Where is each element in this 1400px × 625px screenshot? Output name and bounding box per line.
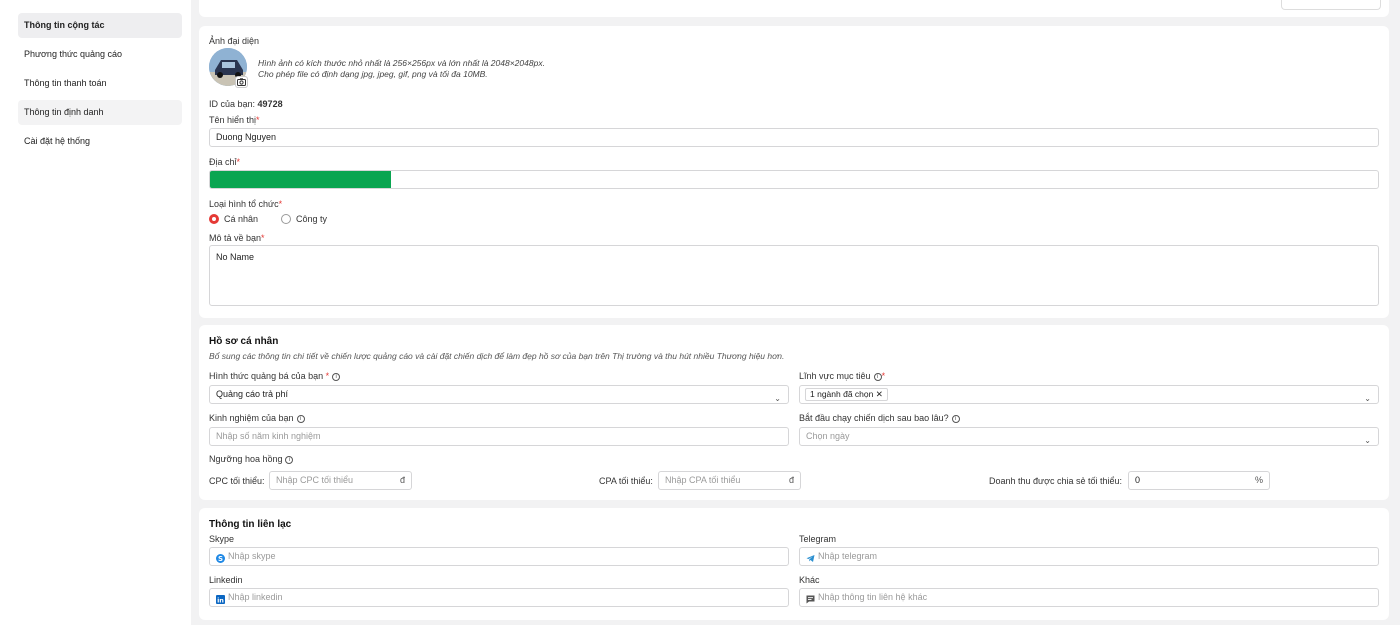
cpc-input[interactable]: Nhập CPC tối thiểu đ xyxy=(269,471,412,490)
cpc-currency: đ xyxy=(399,475,405,485)
profile-card: Ảnh đại diện Hình ảnh có kích thước nhỏ … xyxy=(199,26,1389,318)
address-input[interactable] xyxy=(209,170,1379,189)
promo-select[interactable]: Quảng cáo trả phí ⌄ xyxy=(209,385,789,404)
promo-select-value: Quảng cáo trả phí xyxy=(216,389,289,399)
top-card xyxy=(199,0,1389,17)
sidebar-item-collab-info[interactable]: Thông tin cộng tác xyxy=(18,13,182,38)
skype-label: Skype xyxy=(209,534,235,544)
chevron-down-icon: ⌄ xyxy=(774,394,781,403)
linkedin-input[interactable]: in Nhập linkedin xyxy=(209,588,789,607)
telegram-input[interactable]: Nhập telegram xyxy=(799,547,1379,566)
about-textarea[interactable]: No Name xyxy=(209,245,1379,306)
radio-company-label: Công ty xyxy=(296,214,328,224)
display-name-input[interactable]: Duong Nguyen xyxy=(209,128,1379,147)
revenue-share-percent: % xyxy=(1254,475,1263,485)
experience-input[interactable]: Nhập số năm kinh nghiệm xyxy=(209,427,789,446)
info-icon: i xyxy=(285,455,294,464)
info-icon: i xyxy=(951,414,960,423)
avatar-label: Ảnh đại diện xyxy=(209,36,260,46)
sidebar-item-payment-info[interactable]: Thông tin thanh toán xyxy=(18,71,182,96)
address-label: Địa chỉ* xyxy=(209,157,241,167)
radio-individual-indicator[interactable] xyxy=(209,214,219,224)
cpa-label: CPA tối thiểu: xyxy=(599,476,653,486)
cpa-currency: đ xyxy=(788,475,794,485)
telegram-label: Telegram xyxy=(799,534,837,544)
user-id-value: 49728 xyxy=(257,99,283,109)
sidebar: Thông tin cộng tác Phương thức quảng cáo… xyxy=(0,0,191,625)
radio-company-indicator[interactable] xyxy=(281,214,291,224)
skype-input[interactable]: S Nhập skype xyxy=(209,547,789,566)
radio-individual-label: Cá nhân xyxy=(224,214,259,224)
avatar-hint-size: Hình ảnh có kích thước nhỏ nhất là 256×2… xyxy=(258,58,545,68)
display-name-label: Tên hiển thị* xyxy=(209,115,260,125)
svg-text:in: in xyxy=(217,596,224,604)
address-progress-fill xyxy=(210,171,392,188)
personal-profile-title: Hồ sơ cá nhân xyxy=(209,336,279,347)
avatar-hint-format: Cho phép file có định dạng jpg, jpeg, gi… xyxy=(258,69,488,79)
personal-profile-card: Hồ sơ cá nhân Bổ sung các thông tin chi … xyxy=(199,325,1389,500)
info-icon: i xyxy=(873,372,882,381)
commission-threshold-label: Ngưỡng hoa hồng i xyxy=(209,454,294,464)
user-id: ID của bạn: 49728 xyxy=(209,99,283,109)
info-icon: i xyxy=(296,414,305,423)
linkedin-label: Linkedin xyxy=(209,575,243,585)
radio-individual[interactable]: Cá nhân xyxy=(209,214,258,224)
user-id-label: ID của bạn: xyxy=(209,99,256,109)
top-card-button[interactable] xyxy=(1281,0,1381,10)
experience-label: Kinh nghiệm của bạn i xyxy=(209,413,305,423)
personal-profile-subtitle: Bổ sung các thông tin chi tiết về chiến … xyxy=(209,351,785,361)
radio-company[interactable]: Công ty xyxy=(281,214,327,224)
revenue-share-input[interactable]: 0% xyxy=(1128,471,1270,490)
linkedin-icon: in xyxy=(216,593,225,604)
org-type-label: Loại hình tổ chức* xyxy=(209,199,283,209)
sidebar-item-identity-info[interactable]: Thông tin định danh xyxy=(18,100,182,125)
target-field-tag[interactable]: 1 ngành đã chọn ✕ xyxy=(805,388,888,401)
contact-title: Thông tin liên lạc xyxy=(209,519,292,530)
telegram-icon xyxy=(806,552,815,563)
svg-text:S: S xyxy=(218,555,223,563)
about-label: Mô tả về bạn* xyxy=(209,233,265,243)
sidebar-item-system-settings[interactable]: Cài đặt hệ thống xyxy=(18,129,182,154)
chevron-down-icon: ⌄ xyxy=(1364,436,1371,445)
start-date-select[interactable]: Chọn ngày ⌄ xyxy=(799,427,1379,446)
start-campaign-label: Bắt đầu chạy chiến dịch sau bao lâu? i xyxy=(799,413,960,423)
camera-icon[interactable] xyxy=(235,76,248,88)
target-field-label: Lĩnh vực mục tiêu i * xyxy=(799,371,886,381)
sidebar-item-ad-methods[interactable]: Phương thức quảng cáo xyxy=(18,42,182,67)
close-icon[interactable]: ✕ xyxy=(876,389,883,399)
other-contact-input[interactable]: Nhập thông tin liên hệ khác xyxy=(799,588,1379,607)
cpa-input[interactable]: Nhập CPA tối thiểu đ xyxy=(658,471,801,490)
contact-card: Thông tin liên lạc Skype S Nhập skype Tel… xyxy=(199,508,1389,620)
target-field-select[interactable]: 1 ngành đã chọn ✕ ⌄ xyxy=(799,385,1379,404)
skype-icon: S xyxy=(216,552,225,564)
promo-label: Hình thức quảng bá của bạn * i xyxy=(209,371,341,381)
start-date-placeholder: Chọn ngày xyxy=(806,431,850,441)
other-contact-label: Khác xyxy=(799,575,820,585)
revenue-share-label: Doanh thu được chia sẻ tối thiểu: xyxy=(989,476,1123,486)
chat-icon xyxy=(806,593,815,604)
cpc-label: CPC tối thiểu: xyxy=(209,476,265,486)
info-icon: i xyxy=(332,372,341,381)
chevron-down-icon: ⌄ xyxy=(1364,394,1371,403)
